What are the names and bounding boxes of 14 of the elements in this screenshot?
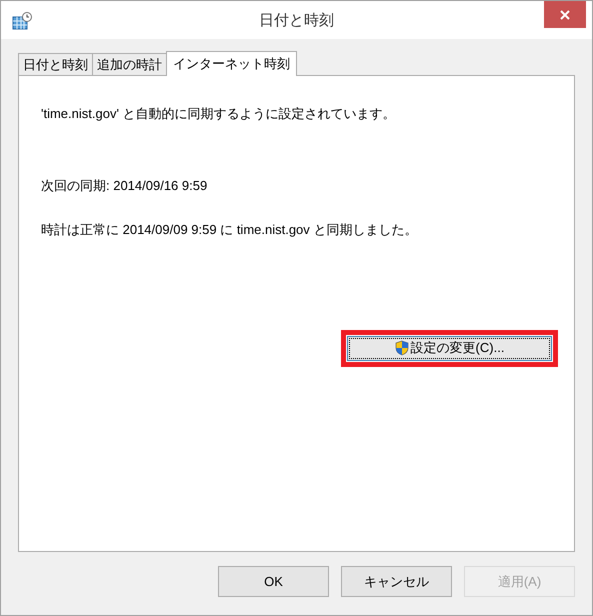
tab[interactable]: インターネット時刻 <box>166 51 297 76</box>
window-title: 日付と時刻 <box>259 11 334 31</box>
close-button[interactable] <box>544 1 586 28</box>
close-icon <box>560 10 570 20</box>
change-settings-button[interactable]: 設定の変更(C)... <box>347 336 552 360</box>
status-text: 次回の同期: 2014/09/16 9:59 <box>41 176 208 194</box>
dialog-button[interactable]: キャンセル <box>341 566 452 597</box>
tab[interactable]: 追加の時計 <box>92 53 167 75</box>
status-text: 時計は正常に 2014/09/09 9:59 に time.nist.gov と同期しました。 <box>41 221 418 239</box>
shield-icon <box>394 340 409 356</box>
calendar-clock-icon <box>12 12 32 30</box>
dialog-button[interactable]: OK <box>218 566 329 597</box>
status-text: 'time.nist.gov' と自動的に同期するように設定されています。 <box>41 105 397 123</box>
tab[interactable]: 日付と時刻 <box>18 53 93 75</box>
